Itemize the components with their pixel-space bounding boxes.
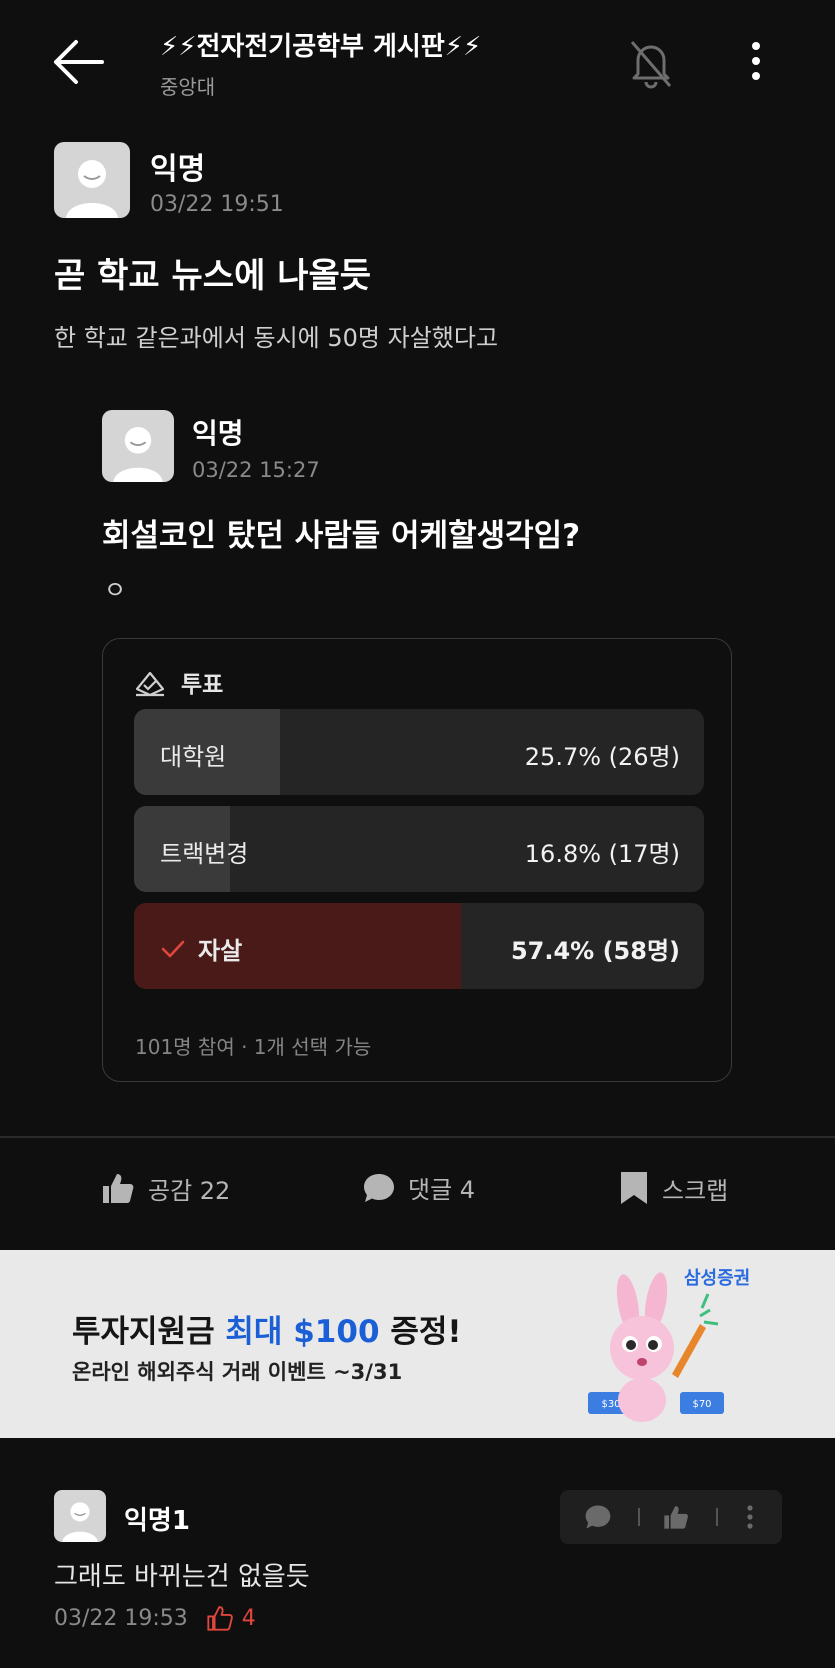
top-bar: ⚡⚡전자전기공학부 게시판⚡⚡ 중앙대 <box>0 0 835 120</box>
comment-date: 03/22 19:53 <box>54 1605 188 1631</box>
poll-header: 투표 <box>133 665 223 699</box>
school-name: 중앙대 <box>160 75 216 99</box>
poll-card: 투표 대학원 25.7% (26명) 트랙변경 16.8% (17명) 자살 5… <box>102 638 732 1082</box>
quoted-title[interactable]: 회설코인 탔던 사람들 어케할생각임? <box>102 510 580 555</box>
comment-likes-value: 4 <box>241 1605 256 1631</box>
divider <box>638 1508 640 1526</box>
comment-count: 댓글 4 <box>408 1176 476 1204</box>
speech-bubble-icon <box>364 1173 394 1202</box>
anonymous-avatar-icon <box>113 427 163 482</box>
scrap-button[interactable]: 스크랩 <box>618 1170 728 1206</box>
comment-button[interactable]: 댓글 4 <box>362 1170 475 1205</box>
poll-option-label: 트랙변경 <box>160 840 249 868</box>
scrap-label: 스크랩 <box>662 1176 729 1205</box>
ad-headline-part: 투자지원금 <box>72 1314 226 1350</box>
post-date: 03/22 19:51 <box>150 192 284 217</box>
poll-option-label: 자살 <box>198 937 243 965</box>
poll-footer: 101명 참여 · 1개 선택 가능 <box>135 1035 372 1059</box>
reply-icon[interactable] <box>584 1503 612 1531</box>
quoted-date: 03/22 15:27 <box>192 458 320 482</box>
ad-headline: 투자지원금 최대 $100 증정! <box>72 1306 462 1351</box>
poll-option-result: 57.4% (58명) <box>510 937 680 965</box>
ad-headline-part: 증정! <box>379 1314 462 1350</box>
ad-subline: 온라인 해외주식 거래 이벤트 ~3/31 <box>72 1360 403 1384</box>
ballot-icon <box>135 671 165 697</box>
poll-option[interactable]: 대학원 25.7% (26명) <box>134 709 704 795</box>
thumbs-up-outline-icon <box>207 1606 233 1631</box>
board-title-block: ⚡⚡전자전기공학부 게시판⚡⚡ 중앙대 <box>160 26 481 100</box>
author-avatar <box>54 142 130 218</box>
poll-option-result: 25.7% (26명) <box>524 743 680 771</box>
anonymous-avatar-icon <box>66 160 118 218</box>
more-vertical-icon[interactable] <box>744 36 768 90</box>
like-button[interactable]: 공감 22 <box>100 1170 230 1206</box>
author-name: 익명 <box>150 152 206 187</box>
thumbs-up-icon[interactable] <box>662 1503 690 1531</box>
comment-action-bar <box>560 1490 782 1544</box>
comment-like-count: 4 <box>206 1604 256 1632</box>
ad-brand: 삼성증권 <box>684 1268 751 1289</box>
coupon-left: $30 <box>601 1399 620 1410</box>
back-arrow-icon[interactable] <box>50 36 106 88</box>
section-divider <box>0 1136 835 1138</box>
poll-label: 투표 <box>181 672 224 698</box>
poll-option[interactable]: 트랙변경 16.8% (17명) <box>134 806 704 892</box>
coupon-right: $70 <box>692 1399 711 1410</box>
comment-meta: 03/22 19:53 4 <box>54 1604 256 1632</box>
commenter-name: 익명1 <box>124 1506 190 1536</box>
divider <box>716 1508 718 1526</box>
post-actions: 공감 22 댓글 4 스크랩 <box>0 1170 835 1220</box>
quoted-body: ㅇ <box>104 576 127 604</box>
check-icon <box>161 940 185 957</box>
poll-option-selected[interactable]: 자살 57.4% (58명) <box>134 903 704 989</box>
poll-option-label: 대학원 <box>160 743 227 771</box>
post-body: 한 학교 같은과에서 동시에 50명 자살했다고 <box>54 324 499 352</box>
board-title: ⚡⚡전자전기공학부 게시판⚡⚡ <box>160 32 482 62</box>
poll-option-result: 16.8% (17명) <box>524 840 680 868</box>
quoted-author-avatar <box>102 410 174 482</box>
commenter-avatar <box>54 1490 106 1542</box>
ad-banner[interactable]: 투자지원금 최대 $100 증정! 온라인 해외주식 거래 이벤트 ~3/31 … <box>0 1250 835 1438</box>
more-vertical-icon[interactable] <box>740 1503 760 1531</box>
thumbs-up-icon <box>103 1174 134 1203</box>
quoted-author-name: 익명 <box>192 417 244 450</box>
post-title: 곧 학교 뉴스에 나올듯 <box>54 256 372 296</box>
bookmark-icon <box>621 1172 647 1204</box>
ad-headline-highlight: 최대 $100 <box>225 1314 380 1350</box>
like-count: 공감 22 <box>148 1176 231 1205</box>
comment-text: 그래도 바뀌는건 없을듯 <box>54 1562 310 1592</box>
bell-off-icon[interactable] <box>624 36 678 90</box>
anonymous-avatar-icon <box>62 1502 98 1542</box>
